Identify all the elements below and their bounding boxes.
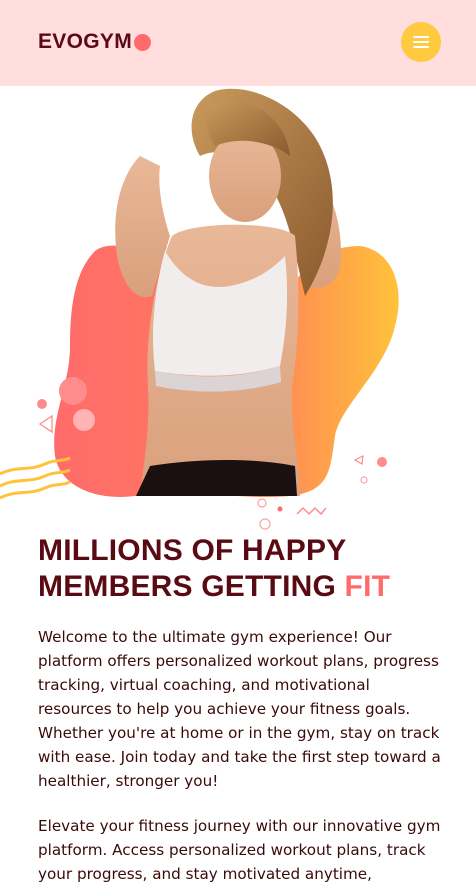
decor-circle: [73, 409, 95, 431]
decor-triangle: [38, 414, 53, 434]
decor-circle: [257, 498, 267, 508]
decor-circle: [277, 506, 283, 512]
decor-circle: [259, 518, 271, 530]
headline-accent-word: FIT: [344, 570, 391, 603]
decor-squiggle: [0, 480, 71, 500]
decor-circle: [360, 476, 368, 484]
hamburger-icon: [413, 36, 429, 38]
secondary-paragraph: Elevate your fitness journey with our in…: [38, 817, 441, 883]
logo-dot-icon: [134, 34, 151, 51]
headline-line-2: MEMBERS GETTING: [38, 570, 345, 603]
logo-text[interactable]: EVOGYM: [38, 30, 132, 54]
site-header: EVOGYM: [0, 0, 476, 86]
hero-illustration: [0, 86, 476, 536]
decor-circle: [377, 457, 387, 467]
decor-circle: [59, 377, 87, 405]
decor-triangle: [353, 454, 364, 465]
headline-line-1: MILLIONS OF HAPPY: [38, 534, 347, 567]
menu-button[interactable]: [401, 22, 441, 62]
hero-headline: MILLIONS OF HAPPY MEMBERS GETTING FIT: [38, 533, 448, 605]
intro-paragraph: Welcome to the ultimate gym experience! …: [38, 628, 441, 790]
decor-circle: [37, 399, 47, 409]
decor-squiggle: [296, 506, 327, 516]
